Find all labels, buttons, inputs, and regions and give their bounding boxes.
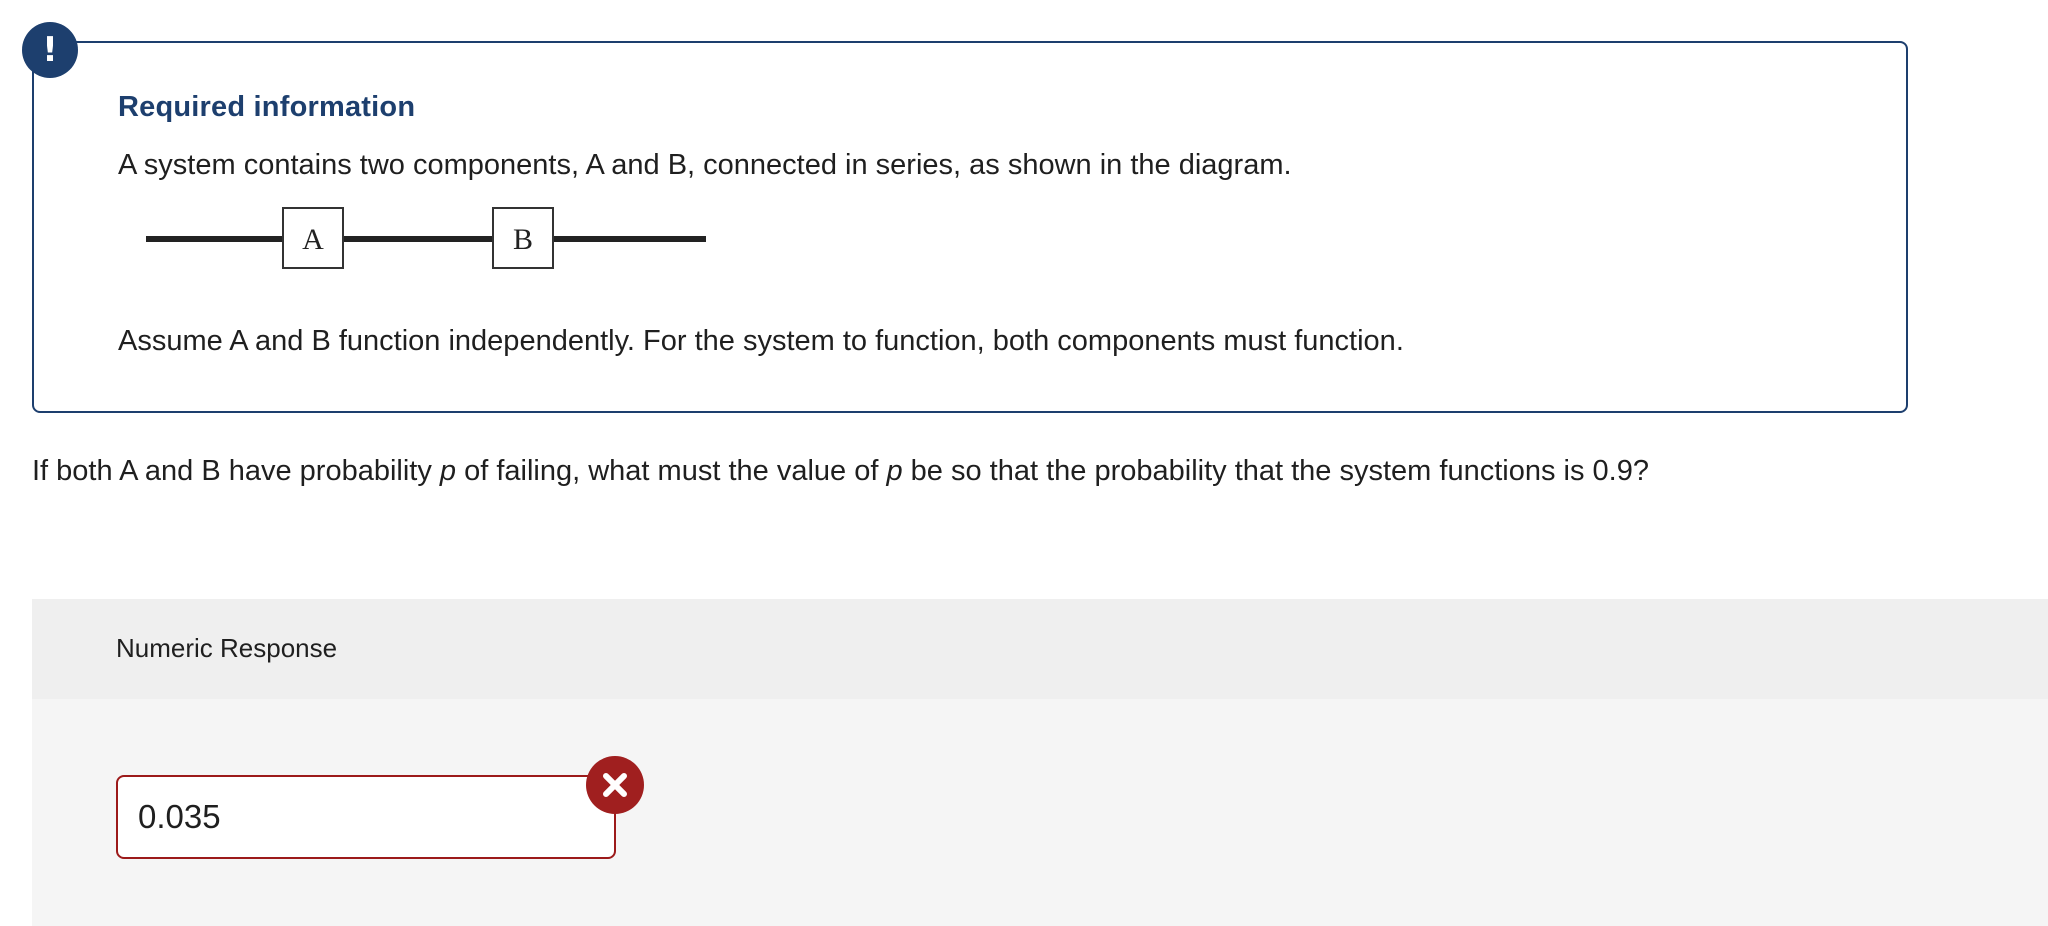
variable-p: p <box>439 455 457 487</box>
question-part-3: be so that the probability that the syst… <box>902 455 1649 487</box>
response-type-label: Numeric Response <box>116 633 338 663</box>
assumption-text: Assume A and B function independently. F… <box>118 325 1404 357</box>
variable-p: p <box>886 455 903 487</box>
component-b-label: B <box>513 223 533 256</box>
required-information-title: Required information <box>118 91 416 123</box>
response-header: Numeric Response <box>32 599 2048 699</box>
series-circuit-diagram: A B <box>146 207 706 269</box>
system-description: A system contains two components, A and … <box>118 149 1292 181</box>
question-part-1: If both A and B have probability <box>32 455 440 487</box>
question-part-2: of failing, what must the value of <box>456 455 887 487</box>
question-text: If both A and B have probability p of fa… <box>32 455 1649 488</box>
required-information-box: Required information A system contains t… <box>32 41 1908 413</box>
incorrect-icon <box>586 756 644 814</box>
alert-icon: ! <box>22 22 78 78</box>
numeric-response-panel: Numeric Response <box>32 599 2048 926</box>
component-a-label: A <box>302 223 324 256</box>
numeric-answer-input[interactable] <box>116 775 616 859</box>
